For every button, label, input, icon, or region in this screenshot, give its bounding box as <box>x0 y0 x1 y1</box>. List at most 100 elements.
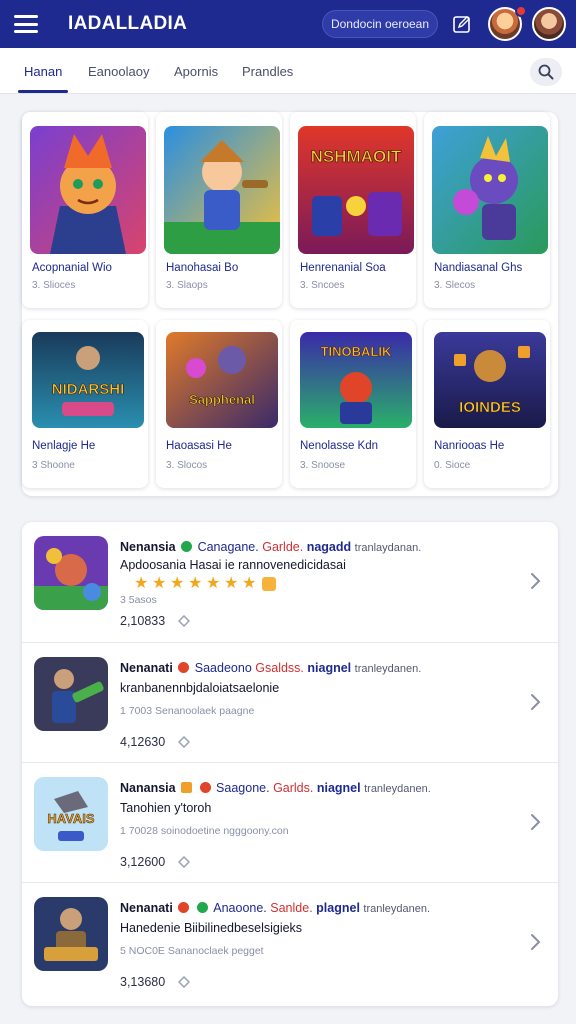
diamond-icon <box>178 615 190 627</box>
game-title: Acopnanial Wio <box>32 262 112 274</box>
star-icon: ★ <box>224 575 239 592</box>
game-art-logo: NIDARSHI <box>52 381 125 398</box>
game-subtitle: 3. Slaops <box>166 280 208 291</box>
list-item-thumbnail <box>34 897 108 971</box>
game-title: Nanriooas He <box>434 440 505 452</box>
tag-extra: tranlaydanan. <box>354 542 422 554</box>
tag-category: Saagone. <box>216 781 270 795</box>
tab-eanoolaoy[interactable]: Eanoolaoy <box>84 48 153 94</box>
star-icon: ★ <box>152 575 167 592</box>
chevron-right-icon[interactable] <box>528 933 542 951</box>
search-icon[interactable] <box>530 58 562 86</box>
game-meta: 1 70028 soinodoetine ngggoony.con <box>120 825 289 837</box>
download-count: 4,12630 <box>120 735 166 749</box>
rating-badge-icon <box>262 577 276 591</box>
game-subtitle: 3. Slecos <box>434 280 476 291</box>
tag-category: Saadeono <box>194 661 252 675</box>
game-subtitle: 3. Slioces <box>32 280 76 291</box>
game-tile[interactable]: Hanohasai Bo 3. Slaops <box>156 112 282 308</box>
chevron-right-icon[interactable] <box>528 572 542 590</box>
notification-badge <box>515 5 527 17</box>
game-art-logo: HAVAIS <box>47 811 95 826</box>
verified-icon <box>196 902 208 913</box>
game-art <box>30 126 146 254</box>
game-subtitle: 3 Shoone <box>32 460 75 471</box>
badge-icon <box>181 782 193 793</box>
game-art <box>432 126 548 254</box>
tag-type: plagnel <box>316 901 360 915</box>
game-title: Nandiasanal Ghs <box>434 262 523 274</box>
chevron-right-icon[interactable] <box>528 813 542 831</box>
tag-genre: Sanlde. <box>270 901 313 915</box>
diamond-icon <box>178 736 190 748</box>
games-list: Nenansia Canagane. Garlde. nagadd tranla… <box>22 522 558 1006</box>
game-tile[interactable]: Nandiasanal Ghs 3. Slecos <box>424 112 550 308</box>
game-subtitle: 0. Sioce <box>434 460 471 471</box>
game-meta: 5 NOC0E Sananoclaek pegget <box>120 945 264 957</box>
edit-icon[interactable] <box>450 12 474 36</box>
game-tile[interactable]: Sapphenal Haoasasi He 3. Slocos <box>156 320 282 488</box>
game-subtitle: 3. Snoose <box>300 460 346 471</box>
chevron-right-icon[interactable] <box>528 693 542 711</box>
list-item[interactable]: HAVAIS Nanansia Saagone. Garlds. niagnel… <box>22 762 558 882</box>
game-tile[interactable]: Acopnanial Wio 3. Slioces <box>22 112 148 308</box>
list-item-title-line: Nanansia Saagone. Garlds. niagnel tranle… <box>120 781 431 795</box>
diamond-icon <box>178 976 190 988</box>
game-art: TINOBALIK <box>300 332 412 428</box>
game-tile[interactable]: NSHMAOIT Henrenanial Soa 3. Sncoes <box>290 112 416 308</box>
tag-type: niagnel <box>307 661 352 675</box>
download-count: 3,13680 <box>120 975 166 989</box>
download-count: 3,12600 <box>120 855 166 869</box>
list-item[interactable]: Nenansia Canagane. Garlde. nagadd tranla… <box>22 522 558 642</box>
tab-prandles[interactable]: Prandles <box>238 48 297 94</box>
game-description: Hanedenie Biibilinedbeselsigieks <box>120 921 303 935</box>
tag-category: Anaoone. <box>213 901 267 915</box>
game-description: kranbanennbjdaloiatsaelonie <box>120 681 280 695</box>
featured-games-grid: Acopnanial Wio 3. Slioces Hanohasai Bo 3… <box>22 112 558 496</box>
game-art <box>164 126 280 254</box>
tag-extra: tranleydanen. <box>364 783 431 795</box>
list-item[interactable]: Nenanati Saadeono Gsaldss. niagnel tranl… <box>22 642 558 762</box>
list-item-thumbnail <box>34 536 108 610</box>
star-icon: ★ <box>170 575 185 592</box>
game-title: Nenlagje He <box>32 440 96 452</box>
list-item[interactable]: Nenanati Anaoone. Sanlde. plagnel tranle… <box>22 882 558 1002</box>
rating-stars: ★ ★ ★ ★ ★ ★ ★ <box>134 576 276 592</box>
game-name: Nenanati <box>120 661 173 675</box>
game-description: Tanohien y'toroh <box>120 801 212 815</box>
game-title: Nenolasse Kdn <box>300 440 378 452</box>
verified-icon <box>199 782 211 793</box>
game-name: Nenanati <box>120 901 173 915</box>
game-art-logo: TINOBALIK <box>321 344 392 359</box>
tab-apornis[interactable]: Apornis <box>170 48 222 94</box>
tab-bar: Hanan Eanoolaoy Apornis Prandles <box>0 48 576 94</box>
game-title: Henrenanial Soa <box>300 262 386 274</box>
game-meta: 3 5asos <box>120 594 157 606</box>
tab-hanan[interactable]: Hanan <box>20 48 66 94</box>
game-tile[interactable]: TINOBALIK Nenolasse Kdn 3. Snoose <box>290 320 416 488</box>
game-subtitle: 3. Slocos <box>166 460 208 471</box>
header-pill-button[interactable]: Dondocin oeroean <box>322 10 438 38</box>
tag-type: niagnel <box>316 781 361 795</box>
game-title: Haoasasi He <box>166 440 232 452</box>
star-icon: ★ <box>188 575 203 592</box>
game-name: Nenansia <box>120 540 176 554</box>
list-item-thumbnail <box>34 657 108 731</box>
game-description: Apdoosania Hasai ie rannovenedicidasai <box>120 558 346 572</box>
download-count: 2,10833 <box>120 614 166 628</box>
list-item-title-line: Nenanati Saadeono Gsaldss. niagnel tranl… <box>120 661 421 675</box>
game-tile[interactable]: IOINDES Nanriooas He 0. Sioce <box>424 320 550 488</box>
active-tab-indicator <box>18 90 68 93</box>
tag-genre: Garlds. <box>273 781 314 795</box>
list-item-thumbnail: HAVAIS <box>34 777 108 851</box>
game-art-logo: Sapphenal <box>189 392 255 407</box>
list-item-title-line: Nenanati Anaoone. Sanlde. plagnel tranle… <box>120 901 430 915</box>
verified-icon <box>178 662 190 673</box>
game-art: IOINDES <box>434 332 546 428</box>
game-name: Nanansia <box>120 781 176 795</box>
secondary-avatar[interactable] <box>532 7 566 41</box>
game-art-logo: IOINDES <box>459 399 521 416</box>
hamburger-icon[interactable] <box>14 15 38 33</box>
game-tile[interactable]: NIDARSHI Nenlagje He 3 Shoone <box>22 320 148 488</box>
star-icon: ★ <box>206 575 221 592</box>
